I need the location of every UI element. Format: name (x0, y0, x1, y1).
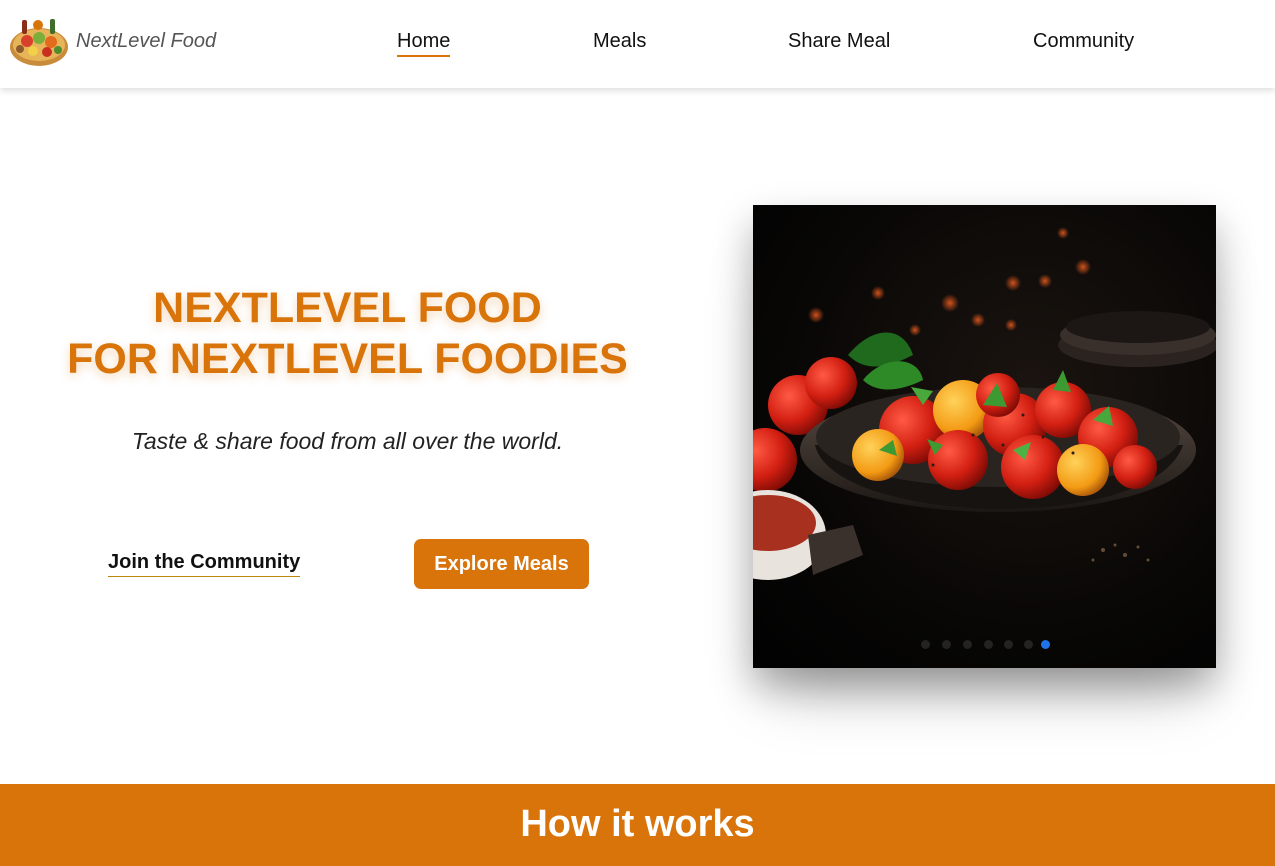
hero-title-line2: FOR NEXTLEVEL FOODIES (67, 335, 628, 383)
explore-meals-button[interactable]: Explore Meals (414, 539, 589, 589)
slide-dot-3[interactable] (963, 640, 972, 649)
slide-dot-7[interactable] (1041, 640, 1050, 649)
logo-link[interactable]: NextLevel Food (8, 14, 216, 68)
slide-dot-5[interactable] (1004, 640, 1013, 649)
slide-dot-1[interactable] (921, 640, 930, 649)
hero-subtitle: Taste & share food from all over the wor… (131, 428, 564, 454)
slide-dot-6[interactable] (1024, 640, 1033, 649)
logo-food-icon (10, 19, 68, 66)
logo-text: NextLevel Food (76, 29, 217, 52)
nav-home[interactable]: Home (397, 30, 451, 57)
tomato-salad-image (753, 205, 1216, 668)
nav-share-meal[interactable]: Share Meal (788, 30, 890, 53)
slide-dot-2[interactable] (942, 640, 951, 649)
image-slideshow (753, 205, 1216, 668)
hero-title-line1: NEXTLEVEL FOOD (153, 284, 542, 332)
join-community-link[interactable]: Join the Community (108, 551, 301, 577)
nav-community[interactable]: Community (1033, 30, 1134, 53)
slide-dot-4[interactable] (984, 640, 993, 649)
nav-meals[interactable]: Meals (593, 30, 646, 53)
hero-title: NEXTLEVEL FOOD FOR NEXTLEVEL FOODIES (40, 283, 655, 385)
slide-indicators (753, 640, 1216, 650)
site-header: NextLevel Food Home Meals Share Meal Com… (0, 0, 1275, 88)
how-it-works-title: How it works (520, 803, 755, 845)
